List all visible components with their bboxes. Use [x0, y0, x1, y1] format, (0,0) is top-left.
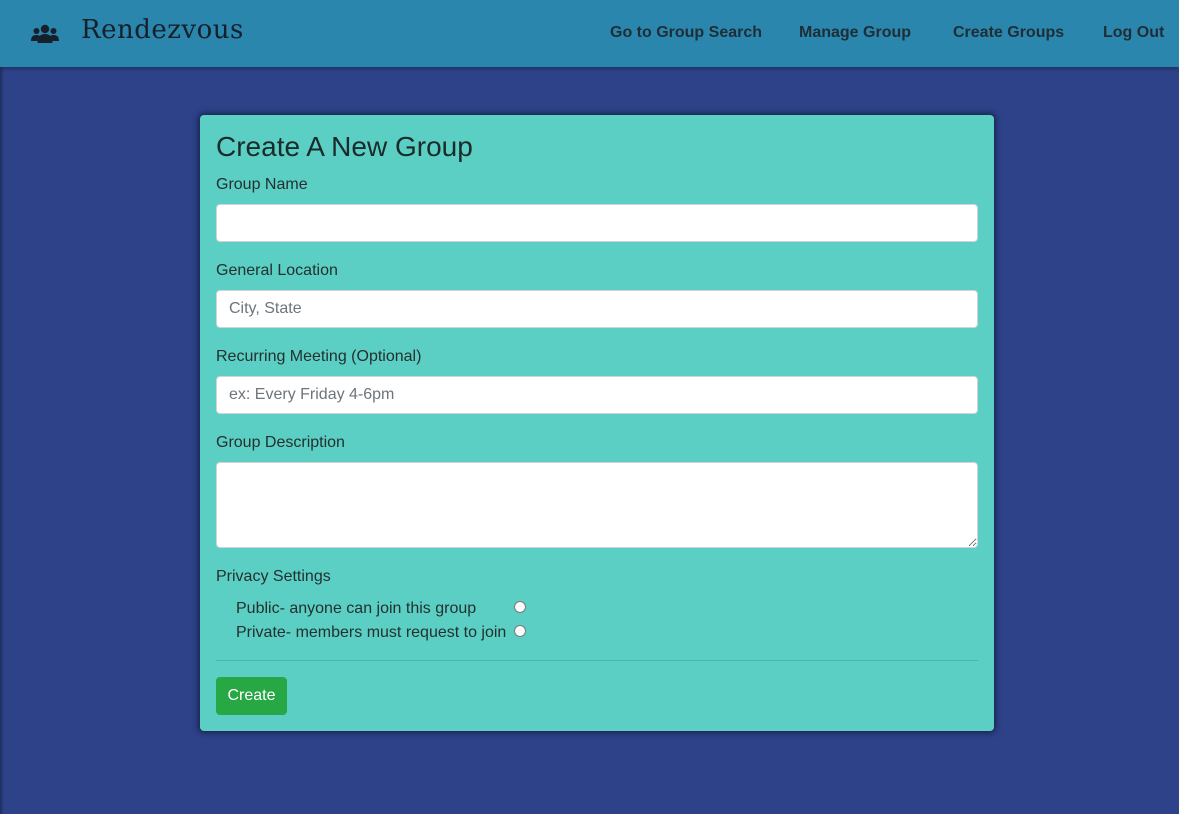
- create-button[interactable]: Create: [216, 677, 287, 715]
- nav-link-create-groups[interactable]: Create Groups: [953, 24, 1064, 42]
- nav-link-log-out[interactable]: Log Out: [1103, 24, 1164, 42]
- privacy-option-private[interactable]: Private- members must request to join: [236, 624, 506, 642]
- privacy-public-radio[interactable]: [514, 601, 526, 613]
- description-textarea[interactable]: [216, 462, 978, 548]
- nav-link-group-search[interactable]: Go to Group Search: [610, 24, 762, 42]
- brand-name[interactable]: Rendezvous: [81, 15, 244, 45]
- privacy-settings-label: Privacy Settings: [216, 568, 331, 585]
- meeting-label: Recurring Meeting (Optional): [216, 348, 422, 365]
- navbar: Rendezvous Go to Group Search Manage Gro…: [0, 0, 1179, 67]
- privacy-option-private-label: Private- members must request to join: [236, 624, 507, 641]
- privacy-option-public[interactable]: Public- anyone can join this group: [236, 600, 476, 618]
- page-left-edge: [0, 67, 4, 814]
- location-input[interactable]: [216, 290, 978, 328]
- page-title: Create A New Group: [216, 131, 473, 162]
- description-label: Group Description: [216, 434, 345, 451]
- nav-link-manage-group[interactable]: Manage Group: [799, 24, 911, 42]
- privacy-private-radio[interactable]: [514, 625, 526, 637]
- location-label: General Location: [216, 262, 338, 279]
- group-name-label: Group Name: [216, 176, 308, 193]
- meeting-input[interactable]: [216, 376, 978, 414]
- group-name-input[interactable]: [216, 204, 978, 242]
- users-icon: [31, 24, 59, 44]
- divider: [216, 660, 978, 661]
- privacy-option-public-label: Public- anyone can join this group: [236, 600, 477, 617]
- create-group-card: Create A New Group Group Name General Lo…: [200, 115, 994, 731]
